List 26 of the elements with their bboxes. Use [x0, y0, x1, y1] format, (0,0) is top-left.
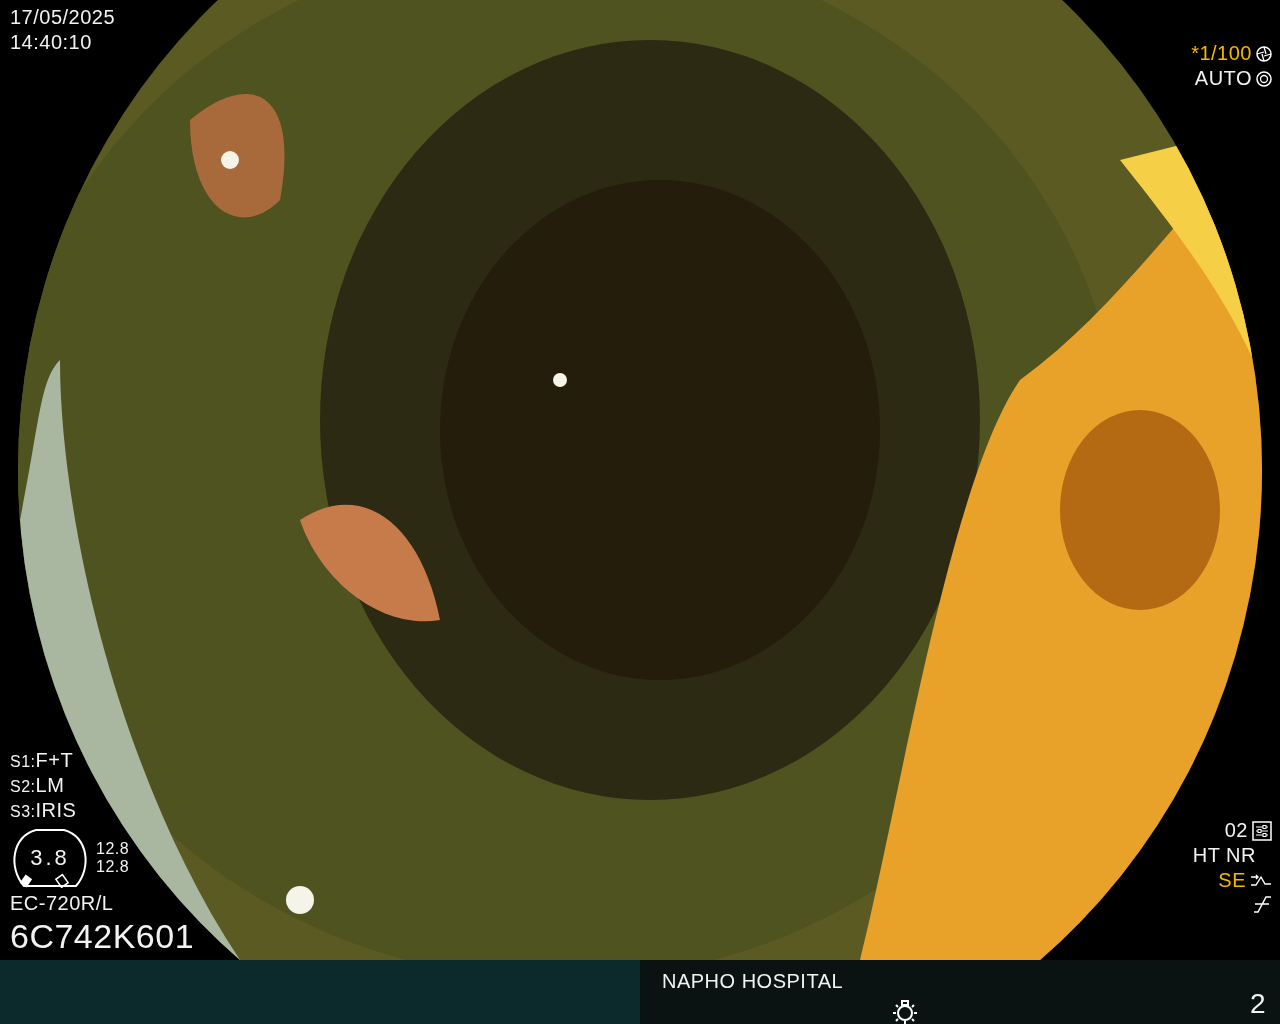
setting-key: S2: [10, 777, 36, 797]
setting-key: S3: [10, 802, 36, 822]
serial-number: 6C742K601 [10, 916, 195, 956]
setting-value: LM [35, 773, 65, 797]
gauge-reading: 12.8 [96, 839, 130, 858]
setting-value: F+T [35, 748, 74, 772]
image-modes: HT NR [1192, 844, 1256, 867]
shutter-speed: *1/100 [1191, 42, 1252, 65]
gauge-value: 3.8 [30, 844, 70, 871]
date-text: 17/05/2025 [10, 6, 116, 29]
filter-icon [1252, 894, 1272, 914]
gauge-outline-icon [10, 827, 90, 888]
gauge-reading: 12.8 [96, 857, 130, 877]
exposure-mode: AUTO [1194, 67, 1252, 90]
iris-icon [1256, 70, 1272, 87]
sliders-icon [1252, 820, 1272, 841]
preset-number: 02 [1224, 819, 1248, 842]
page-number: 2 [1249, 988, 1266, 1021]
aperture-icon [1256, 45, 1272, 62]
lamp-icon [890, 999, 920, 1024]
enhancement-label: SE [1218, 869, 1246, 892]
hospital-name: NAPHO HOSPITAL [662, 970, 845, 993]
setting-key: S1: [10, 752, 36, 772]
time-text: 14:40:10 [10, 31, 92, 54]
scope-model: EC-720R/L [10, 891, 114, 915]
setting-value: IRIS [35, 798, 77, 822]
